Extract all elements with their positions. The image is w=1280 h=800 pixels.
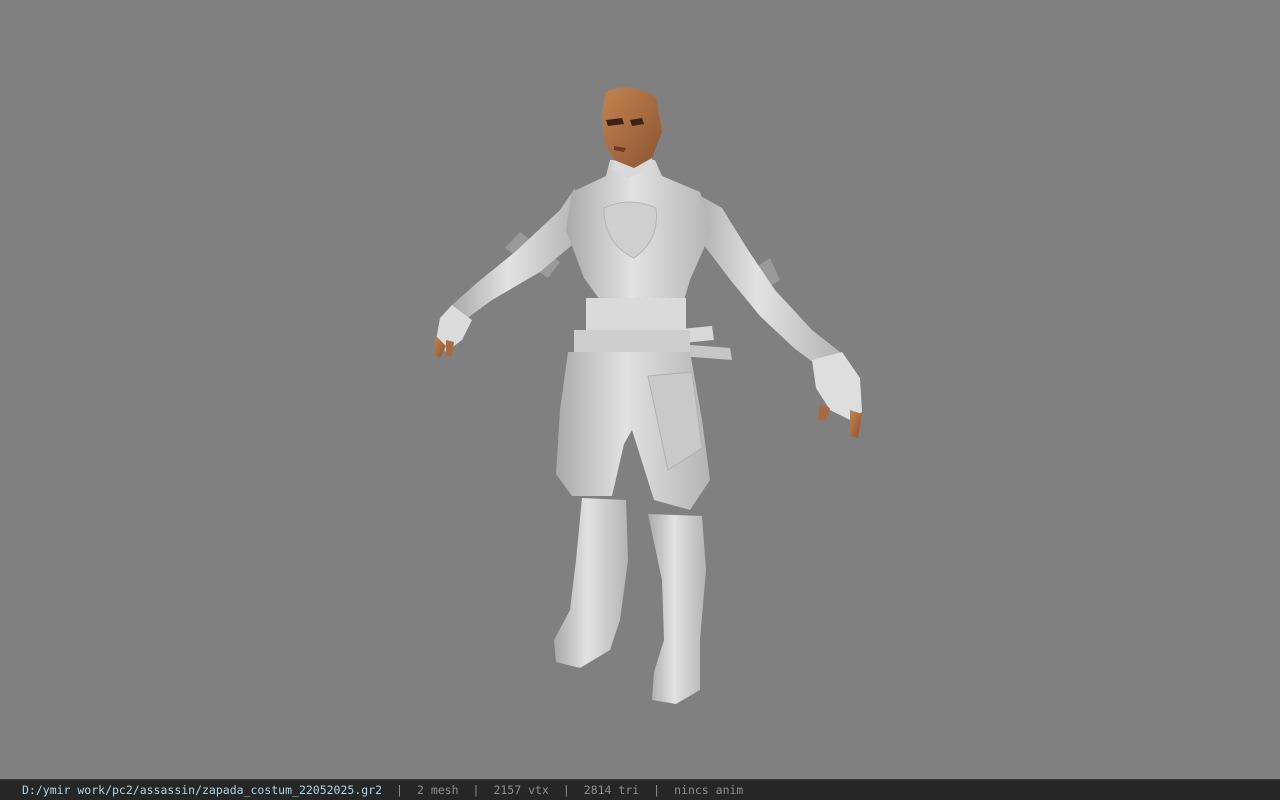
animation-status: nincs anim: [674, 783, 744, 797]
3d-viewport[interactable]: [0, 0, 1280, 779]
file-path: D:/ymir work/pc2/assassin/zapada_costum_…: [22, 783, 383, 797]
boots: [554, 498, 706, 704]
left-arm: [434, 188, 578, 358]
mesh-count: 2 mesh: [416, 783, 459, 797]
vertex-count: 2157 vtx: [493, 783, 549, 797]
right-arm: [690, 190, 862, 438]
separator: |: [396, 783, 403, 797]
torso: [566, 160, 712, 356]
separator: |: [472, 783, 480, 797]
separator: |: [562, 783, 570, 797]
separator: |: [653, 783, 661, 797]
triangle-count: 2814 tri: [583, 783, 640, 797]
character-model: [434, 87, 862, 704]
trousers: [556, 352, 710, 510]
status-bar: D:/ymir work/pc2/assassin/zapada_costum_…: [0, 779, 1280, 800]
